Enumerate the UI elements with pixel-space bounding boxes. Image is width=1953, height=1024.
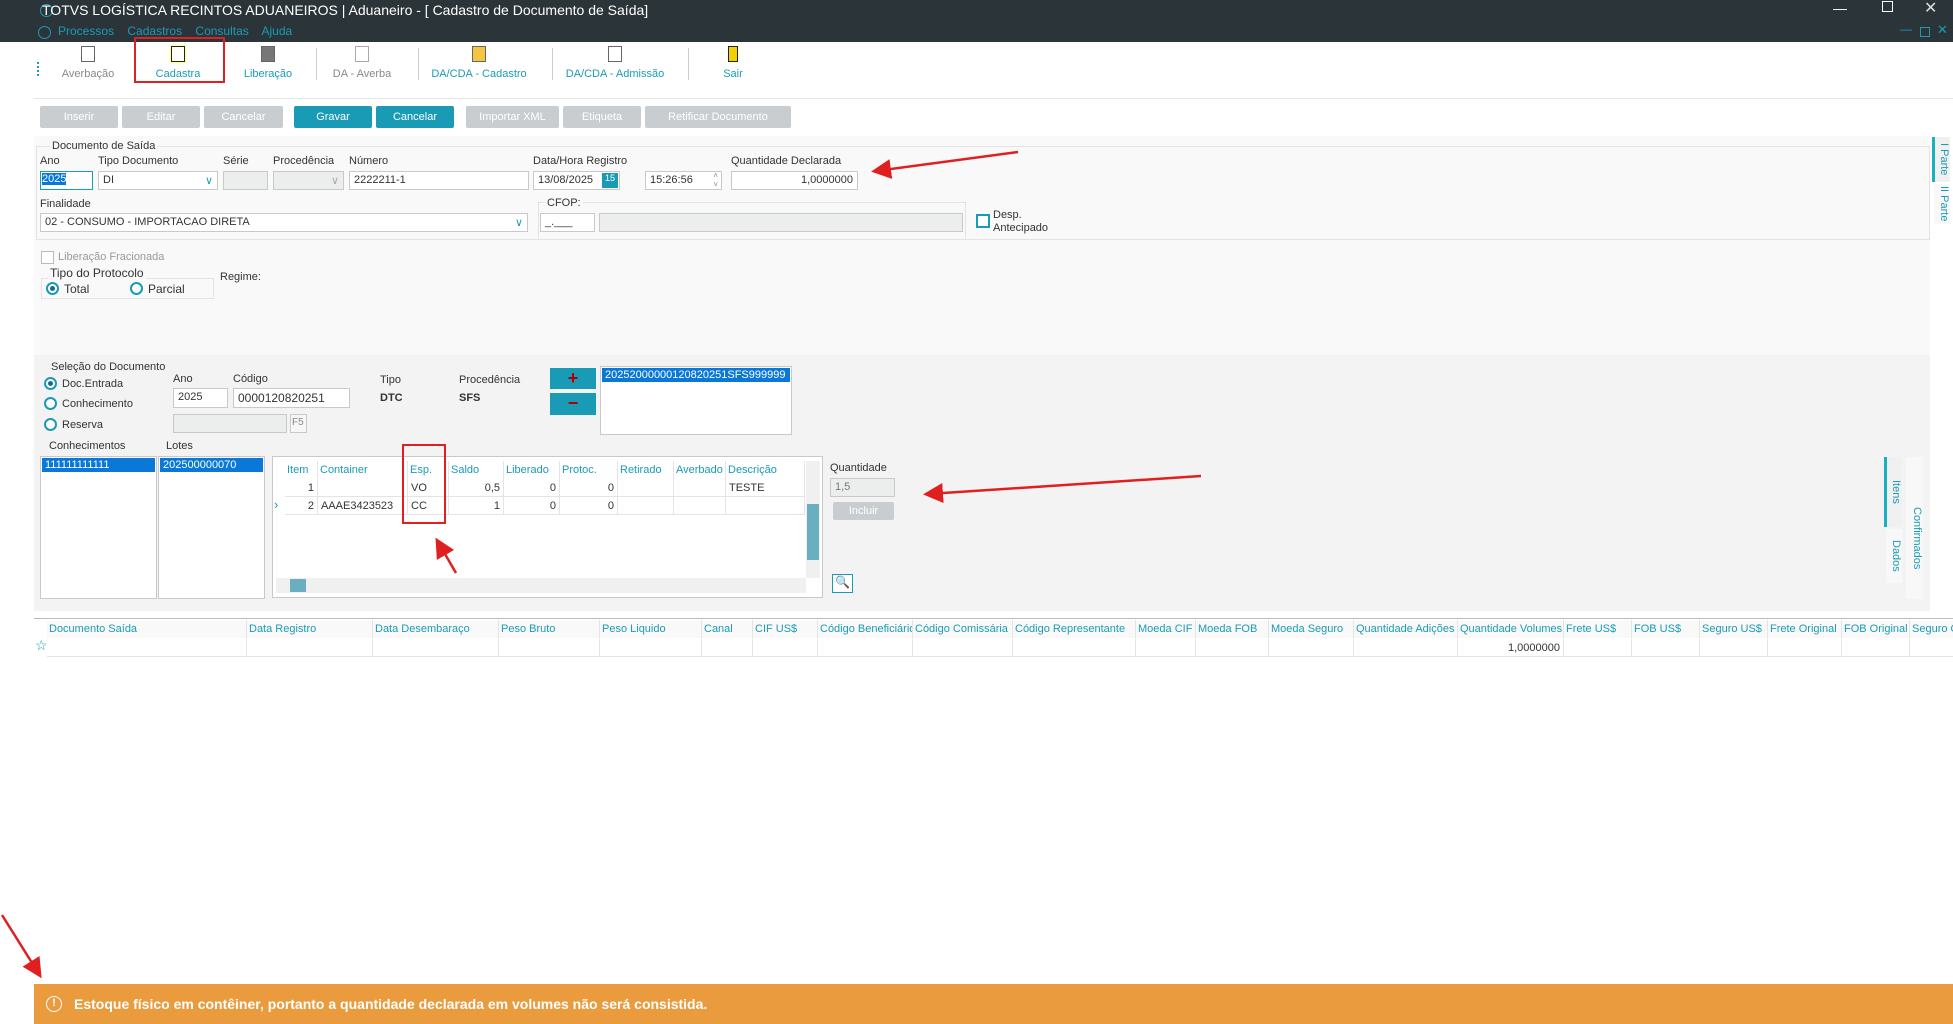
annotation-arrow [923,474,1202,503]
annotation-arrow [435,537,458,574]
annotation-arrow [0,914,42,979]
annotation-arrow [871,150,1019,179]
annotation-arrows [0,150,1202,979]
